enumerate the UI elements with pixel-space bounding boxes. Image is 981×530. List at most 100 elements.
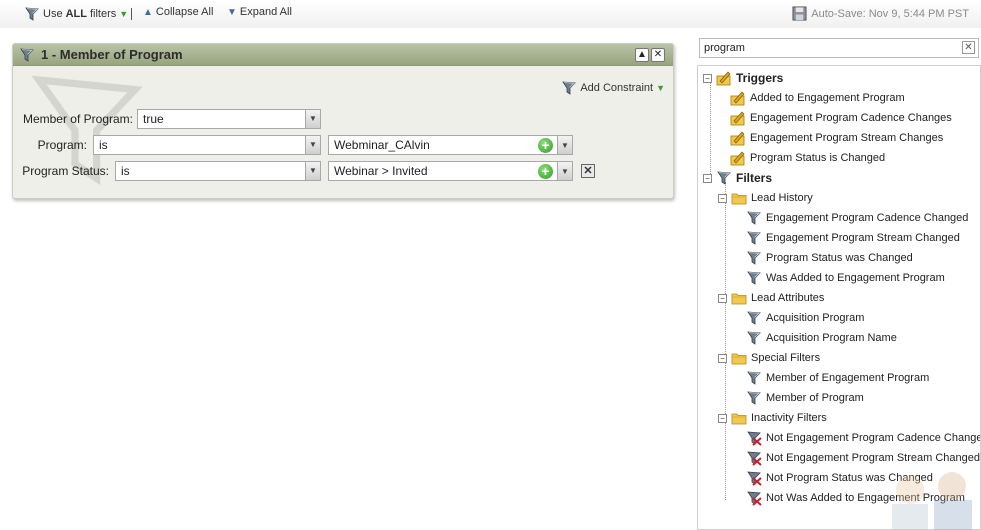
tree-item-label: Added to Engagement Program bbox=[750, 92, 905, 104]
no-filter-icon bbox=[746, 430, 762, 446]
trigger-icon bbox=[716, 70, 732, 86]
move-up-button[interactable]: ▲ bbox=[635, 48, 649, 62]
collapse-all-button[interactable]: ▲ Collapse All bbox=[143, 6, 213, 18]
collapse-toggle-icon[interactable]: − bbox=[718, 293, 727, 303]
add-value-icon[interactable]: + bbox=[538, 138, 553, 153]
filters-label: Filters bbox=[736, 171, 773, 185]
filter-header: 1 - Member of Program ▲ ✕ bbox=[13, 44, 673, 66]
tree-item-label: Not Engagement Program Stream Changed bbox=[766, 452, 981, 464]
tree-item-filter[interactable]: Engagement Program Stream Changed bbox=[746, 228, 960, 248]
program-status-value-input[interactable]: Webinar > Invited bbox=[328, 161, 558, 181]
tree-item-label: Not Engagement Program Cadence Changed bbox=[766, 432, 981, 444]
filter-title: 1 - Member of Program bbox=[41, 47, 183, 62]
tree-folder-inactivity-filters[interactable]: − Inactivity Filters bbox=[718, 408, 827, 428]
funnel-icon bbox=[746, 210, 762, 226]
expand-all-label: Expand All bbox=[239, 6, 292, 18]
tree-item-label: Was Added to Engagement Program bbox=[766, 272, 945, 284]
add-value-icon[interactable]: + bbox=[538, 164, 553, 179]
funnel-icon bbox=[746, 270, 762, 286]
member-of-program-select[interactable]: true ▼ bbox=[137, 109, 321, 129]
filters-label: filters bbox=[89, 8, 117, 20]
tree-item-trigger[interactable]: Program Status is Changed bbox=[730, 148, 885, 168]
folder-label: Lead History bbox=[751, 192, 813, 204]
add-constraint-label: Add Constraint bbox=[580, 82, 654, 94]
collapse-toggle-icon[interactable]: − bbox=[703, 173, 712, 183]
program-value: Webminar_CAlvin bbox=[334, 138, 430, 152]
tree-item-label: Program Status is Changed bbox=[750, 152, 886, 164]
funnel-icon bbox=[746, 230, 762, 246]
toolbar: Use ALL filters ▼ ▲ Collapse All ▼ Expan… bbox=[0, 0, 981, 28]
search-input[interactable]: program bbox=[699, 38, 979, 58]
tree-item-filter[interactable]: Was Added to Engagement Program bbox=[746, 268, 945, 288]
collapse-toggle-icon[interactable]: − bbox=[718, 413, 727, 423]
triggers-label: Triggers bbox=[736, 71, 784, 85]
tree-folder-lead-attributes[interactable]: − Lead Attributes bbox=[718, 288, 824, 308]
tree-item-trigger[interactable]: Engagement Program Cadence Changes bbox=[730, 108, 952, 128]
collapse-toggle-icon[interactable]: − bbox=[718, 353, 727, 363]
clear-search-icon[interactable]: ✕ bbox=[962, 41, 975, 54]
autosave-text: Auto-Save: Nov 9, 5:44 PM PST bbox=[811, 7, 969, 20]
collapse-toggle-icon[interactable]: − bbox=[718, 193, 727, 203]
program-value-input[interactable]: Webminar_CAlvin bbox=[328, 135, 558, 155]
folder-label: Lead Attributes bbox=[751, 292, 825, 304]
close-filter-button[interactable]: ✕ bbox=[651, 48, 665, 62]
program-value-dropdown[interactable]: ▼ bbox=[557, 135, 573, 155]
floppy-disk-icon bbox=[792, 6, 807, 21]
funnel-icon bbox=[561, 80, 577, 96]
tree-item-filter[interactable]: Acquisition Program Name bbox=[746, 328, 897, 348]
tree-node-filters[interactable]: − Filters bbox=[703, 168, 772, 188]
member-of-program-label: Member of Program: bbox=[22, 112, 133, 126]
tree-item-filter[interactable]: Not Engagement Program Cadence Changed bbox=[746, 428, 981, 448]
folder-icon bbox=[731, 410, 747, 426]
no-filter-icon bbox=[746, 470, 762, 486]
use-label: Use bbox=[43, 8, 63, 20]
funnel-icon bbox=[746, 310, 762, 326]
program-status-value-dropdown[interactable]: ▼ bbox=[557, 161, 573, 181]
expand-all-button[interactable]: ▼ Expand All bbox=[227, 6, 292, 18]
autosave-status: Auto-Save: Nov 9, 5:44 PM PST bbox=[792, 6, 969, 21]
use-all-label: ALL bbox=[65, 8, 87, 20]
funnel-icon bbox=[716, 170, 732, 186]
folder-icon bbox=[731, 350, 747, 366]
tree-item-label: Engagement Program Cadence Changed bbox=[766, 212, 969, 224]
chevron-down-icon[interactable]: ▼ bbox=[305, 110, 320, 128]
collapse-all-label: Collapse All bbox=[155, 6, 214, 18]
program-status-operator-value: is bbox=[121, 164, 130, 178]
remove-row-button[interactable]: ✕ bbox=[581, 164, 595, 178]
collapse-toggle-icon[interactable]: − bbox=[703, 73, 712, 83]
filter-panel: 1 - Member of Program ▲ ✕ Add Constraint… bbox=[12, 43, 674, 199]
folder-icon bbox=[731, 190, 747, 206]
dropdown-arrow-icon: ▼ bbox=[119, 9, 129, 19]
trigger-icon bbox=[730, 150, 746, 166]
tree-item-label: Acquisition Program bbox=[766, 312, 865, 324]
funnel-icon bbox=[19, 47, 35, 63]
funnel-icon bbox=[746, 330, 762, 346]
tree-item-label: Engagement Program Stream Changed bbox=[766, 232, 960, 244]
tree-item-filter[interactable]: Member of Engagement Program bbox=[746, 368, 929, 388]
chevron-down-icon[interactable]: ▼ bbox=[305, 136, 320, 154]
tree-item-filter[interactable]: Acquisition Program bbox=[746, 308, 864, 328]
funnel-icon bbox=[746, 370, 762, 386]
tree-item-trigger[interactable]: Engagement Program Stream Changes bbox=[730, 128, 943, 148]
folder-icon bbox=[731, 290, 747, 306]
collapse-icon: ▲ bbox=[143, 6, 153, 18]
tree-item-filter[interactable]: Program Status was Changed bbox=[746, 248, 913, 268]
tree-item-filter[interactable]: Not Engagement Program Stream Changed bbox=[746, 448, 980, 468]
tree-node-triggers[interactable]: − Triggers bbox=[703, 68, 783, 88]
add-constraint-button[interactable]: Add Constraint ▼ bbox=[561, 80, 665, 96]
program-operator-select[interactable]: is ▼ bbox=[93, 135, 321, 155]
tree-item-filter[interactable]: Engagement Program Cadence Changed bbox=[746, 208, 968, 228]
use-all-filters-button[interactable]: Use ALL filters ▼ bbox=[24, 6, 128, 22]
tree-item-label: Member of Engagement Program bbox=[766, 372, 930, 384]
tree-item-trigger[interactable]: Added to Engagement Program bbox=[730, 88, 905, 108]
filter-tree: − Triggers Added to Engagement Program E… bbox=[697, 65, 981, 530]
tree-folder-lead-history[interactable]: − Lead History bbox=[718, 188, 813, 208]
tree-item-label: Program Status was Changed bbox=[766, 252, 913, 264]
program-status-operator-select[interactable]: is ▼ bbox=[115, 161, 321, 181]
tree-item-label: Member of Program bbox=[766, 392, 864, 404]
chevron-down-icon[interactable]: ▼ bbox=[305, 162, 320, 180]
tree-item-filter[interactable]: Member of Program bbox=[746, 388, 864, 408]
people-illustration-icon bbox=[892, 472, 972, 530]
tree-folder-special-filters[interactable]: − Special Filters bbox=[718, 348, 820, 368]
search-input-value: program bbox=[704, 42, 745, 54]
